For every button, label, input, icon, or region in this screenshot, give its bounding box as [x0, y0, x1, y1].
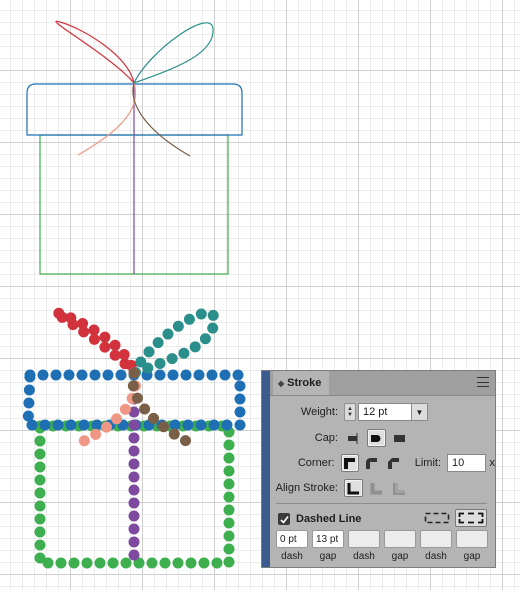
align-outside-icon	[393, 482, 405, 495]
dash-field-2: dash	[348, 530, 380, 562]
dotted-tail-left[interactable]	[68, 367, 141, 452]
gap-2-input[interactable]	[384, 530, 416, 548]
butt-cap-icon	[348, 432, 358, 444]
gap-field-1: 13 pt gap	[312, 530, 344, 562]
align-stroke-row: Align Stroke:	[270, 477, 495, 499]
tail-right[interactable]	[132, 82, 191, 157]
dash-field-1: 0 pt dash	[276, 530, 308, 562]
chevron-down-icon[interactable]: ▼	[412, 403, 428, 421]
dashed-line-row: Dashed Line	[270, 509, 495, 529]
stroke-panel: ◆ Stroke Weight: ▲ ▼ 12 pt ▼ Cap: Corner…	[261, 370, 496, 568]
dotted-bow-left-loop[interactable]	[49, 306, 140, 379]
align-inside-icon	[370, 482, 382, 494]
gap-2-caption: gap	[391, 551, 409, 562]
stepper-down-icon[interactable]: ▼	[347, 412, 353, 418]
align-outside-button[interactable]	[390, 479, 409, 497]
align-inside-button[interactable]	[367, 479, 386, 497]
align-stroke-label: Align Stroke:	[275, 482, 338, 494]
gap-field-2: gap	[384, 530, 416, 562]
butt-cap-button[interactable]	[344, 429, 363, 447]
dash-field-3: dash	[420, 530, 452, 562]
gift-dotted[interactable]	[22, 306, 246, 569]
projecting-cap-icon	[394, 434, 405, 442]
limit-label: Limit:	[414, 457, 442, 469]
gap-3-input[interactable]	[456, 530, 488, 548]
align-dashes-corners-button[interactable]	[455, 509, 487, 527]
gift-outline[interactable]	[26, 20, 243, 275]
preserve-dash-button[interactable]	[421, 509, 453, 527]
hamburger-icon[interactable]	[477, 377, 489, 387]
gap-1-input[interactable]: 13 pt	[312, 530, 344, 548]
limit-suffix: x	[489, 457, 496, 469]
dash-1-input[interactable]: 0 pt	[276, 530, 308, 548]
tab-stroke-label: Stroke	[287, 377, 322, 389]
collapse-arrows-icon[interactable]: ◆	[278, 379, 284, 388]
dash-gap-fields: 0 pt dash 13 pt gap dash gap dash gap	[276, 530, 488, 562]
dotted-bow-right-loop[interactable]	[128, 307, 220, 379]
miter-join-icon	[344, 457, 356, 469]
tab-stroke[interactable]: ◆ Stroke	[273, 371, 329, 395]
dashed-line-checkbox[interactable]	[278, 513, 290, 525]
panel-edge	[262, 371, 270, 567]
preserve-dash-icon	[424, 512, 450, 524]
align-center-button[interactable]	[344, 479, 363, 497]
align-center-icon	[347, 482, 359, 494]
miter-join-button[interactable]	[340, 454, 359, 472]
align-dashes-corners-icon	[458, 512, 484, 524]
bow-right-loop[interactable]	[132, 22, 214, 85]
gap-field-3: gap	[456, 530, 488, 562]
round-join-button[interactable]	[363, 454, 381, 472]
dash-3-caption: dash	[425, 551, 447, 562]
round-cap-button[interactable]	[367, 429, 386, 447]
bevel-join-icon	[388, 457, 400, 469]
round-cap-icon	[371, 434, 381, 442]
dash-3-input[interactable]	[420, 530, 452, 548]
bow-left-loop[interactable]	[55, 20, 135, 84]
corner-label: Corner:	[297, 457, 335, 469]
separator	[276, 503, 487, 504]
limit-input[interactable]: 10	[447, 454, 486, 472]
cap-row: Cap:	[270, 427, 495, 449]
bevel-join-button[interactable]	[385, 454, 403, 472]
tail-left[interactable]	[77, 82, 137, 156]
weight-label: Weight:	[300, 406, 338, 418]
panel-tabbar: ◆ Stroke	[270, 371, 495, 396]
round-join-icon	[366, 457, 378, 469]
weight-row: Weight: ▲ ▼ 12 pt ▼	[270, 401, 495, 423]
checkmark-icon	[279, 515, 289, 524]
corner-row: Corner: Limit: 10 x	[270, 452, 495, 474]
projecting-cap-button[interactable]	[390, 429, 409, 447]
gap-1-caption: gap	[319, 551, 337, 562]
dash-2-caption: dash	[353, 551, 375, 562]
weight-input[interactable]: 12 pt	[358, 403, 412, 421]
dash-1-caption: dash	[281, 551, 303, 562]
weight-stepper[interactable]: ▲ ▼	[344, 403, 356, 421]
dashed-line-label: Dashed Line	[296, 513, 362, 525]
gap-3-caption: gap	[463, 551, 481, 562]
dash-2-input[interactable]	[348, 530, 380, 548]
cap-label: Cap:	[314, 432, 338, 444]
dash-align-buttons	[421, 509, 487, 527]
dotted-tail-right[interactable]	[127, 367, 198, 450]
